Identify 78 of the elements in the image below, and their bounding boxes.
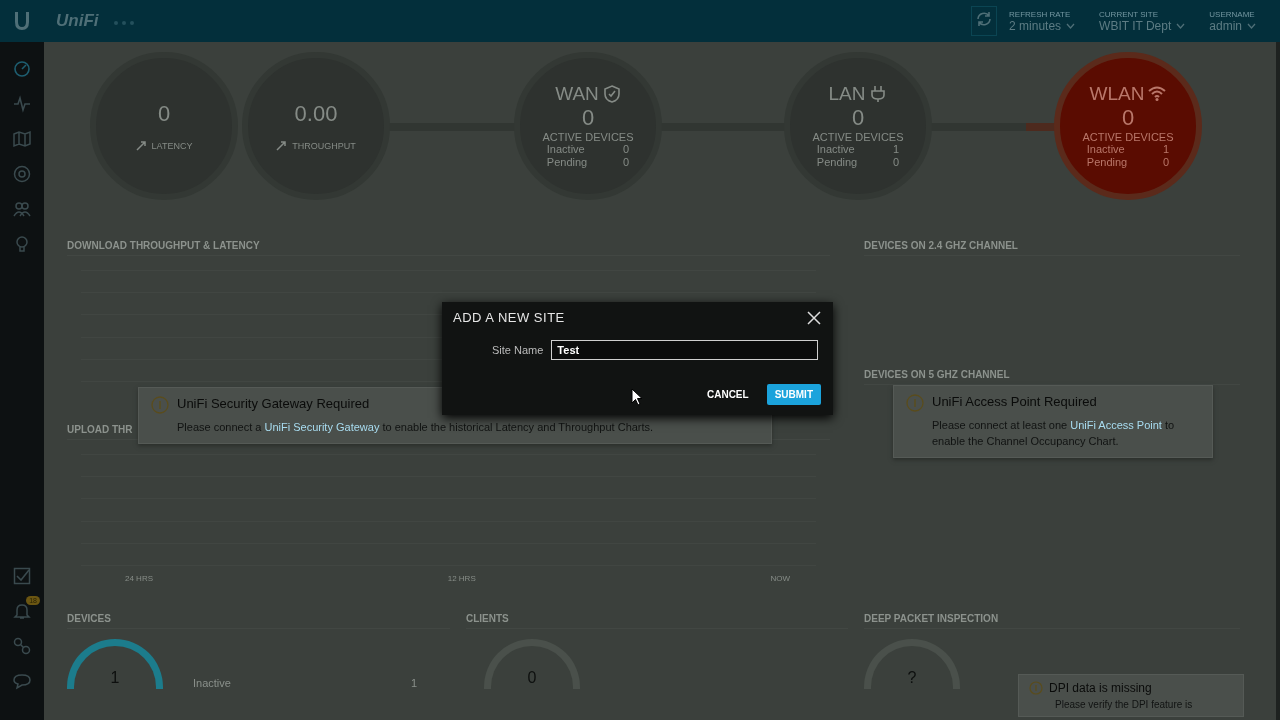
info-icon bbox=[151, 396, 169, 414]
notice-title: UniFi Access Point Required bbox=[932, 394, 1097, 409]
legend-label: Inactive bbox=[193, 677, 231, 689]
dialog-title: ADD A NEW SITE bbox=[453, 310, 565, 325]
arrow-icon bbox=[135, 141, 146, 151]
target-icon[interactable] bbox=[13, 165, 31, 183]
notice-title: UniFi Security Gateway Required bbox=[177, 396, 370, 411]
network-title: LAN bbox=[828, 83, 866, 105]
device-count: 0 bbox=[851, 105, 865, 131]
bell-icon[interactable] bbox=[13, 602, 31, 620]
status-count: 0 bbox=[1162, 156, 1170, 169]
info-icon bbox=[906, 394, 924, 412]
people-icon[interactable] bbox=[13, 200, 31, 218]
field-label: Site Name bbox=[492, 344, 544, 356]
cursor-icon bbox=[631, 388, 643, 406]
map-icon[interactable] bbox=[13, 130, 31, 148]
section-title: DEEP PACKET INSPECTION bbox=[864, 613, 1240, 629]
count-label: ACTIVE DEVICES bbox=[542, 131, 634, 143]
pulse-icon[interactable] bbox=[13, 95, 31, 113]
arrow-icon bbox=[276, 141, 287, 151]
checklist-icon[interactable] bbox=[13, 567, 31, 585]
status-count: 0 bbox=[622, 143, 630, 156]
status-label: Inactive bbox=[546, 143, 586, 156]
axis-tick: 12 HRS bbox=[447, 574, 476, 583]
network-title: WLAN bbox=[1089, 83, 1145, 105]
legend-value: 1 bbox=[410, 677, 418, 689]
stat-value: 0 bbox=[157, 101, 171, 127]
wifi-icon bbox=[1148, 85, 1167, 103]
shield-icon bbox=[602, 85, 621, 103]
link[interactable]: UniFi Access Point bbox=[1070, 419, 1162, 431]
chevron-down-icon bbox=[1066, 22, 1076, 29]
count-label: ACTIVE DEVICES bbox=[812, 131, 904, 143]
section-title: CLIENTS bbox=[466, 613, 848, 629]
dashboard-icon[interactable] bbox=[13, 60, 31, 78]
count-label: ACTIVE DEVICES bbox=[1082, 131, 1174, 143]
chevron-down-icon bbox=[1176, 22, 1186, 29]
speech-bubble-icon[interactable] bbox=[13, 672, 31, 690]
section-title: DOWNLOAD THROUGHPUT & LATENCY bbox=[67, 240, 830, 256]
field-label: USERNAME bbox=[1209, 9, 1256, 19]
links-icon[interactable] bbox=[13, 637, 31, 655]
gauge-value: ? bbox=[907, 669, 917, 687]
header-dropdown[interactable]: admin bbox=[1209, 18, 1256, 33]
status-count: 0 bbox=[892, 156, 900, 169]
status-label: Pending bbox=[546, 156, 588, 169]
section-title: DEVICES ON 2.4 GHZ CHANNEL bbox=[864, 240, 1240, 256]
lightbulb-icon[interactable] bbox=[13, 235, 31, 253]
header-dropdown[interactable]: WBIT IT Dept bbox=[1099, 18, 1186, 33]
notice-title: DPI data is missing bbox=[1049, 681, 1152, 695]
header-dropdown[interactable]: 2 minutes bbox=[1009, 18, 1076, 33]
device-count: 0 bbox=[581, 105, 595, 131]
brand-logo: UniFi bbox=[56, 11, 99, 31]
stat-value: 0.00 bbox=[294, 101, 338, 127]
axis-tick: NOW bbox=[770, 574, 790, 583]
site-name-field[interactable]: Test bbox=[551, 340, 819, 360]
network-title: WAN bbox=[555, 83, 599, 105]
chevron-down-icon bbox=[1247, 22, 1256, 29]
device-count: 0 bbox=[1121, 105, 1135, 131]
stat-label: LATENCY bbox=[151, 141, 193, 151]
status-count: 0 bbox=[622, 156, 630, 169]
axis-tick: 24 HRS bbox=[125, 574, 153, 583]
stat-label: THROUGHPUT bbox=[292, 141, 356, 151]
plug-icon bbox=[869, 85, 888, 103]
link[interactable]: UniFi Security Gateway bbox=[264, 421, 380, 433]
field-label: CURRENT SITE bbox=[1099, 9, 1160, 19]
section-title: DEVICES bbox=[67, 613, 450, 629]
more-icon[interactable] bbox=[112, 20, 135, 26]
status-label: Pending bbox=[1086, 156, 1128, 169]
logo-icon bbox=[13, 11, 31, 31]
status-label: Inactive bbox=[816, 143, 856, 156]
status-count: 1 bbox=[892, 143, 900, 156]
close-icon[interactable] bbox=[807, 310, 821, 325]
status-label: Pending bbox=[816, 156, 858, 169]
status-label: Inactive bbox=[1086, 143, 1126, 156]
cancel-button[interactable]: CANCEL bbox=[699, 384, 757, 405]
refresh-icon[interactable] bbox=[975, 10, 994, 28]
field-label: REFRESH RATE bbox=[1009, 9, 1072, 19]
status-count: 1 bbox=[1162, 143, 1170, 156]
info-icon bbox=[1029, 681, 1043, 695]
